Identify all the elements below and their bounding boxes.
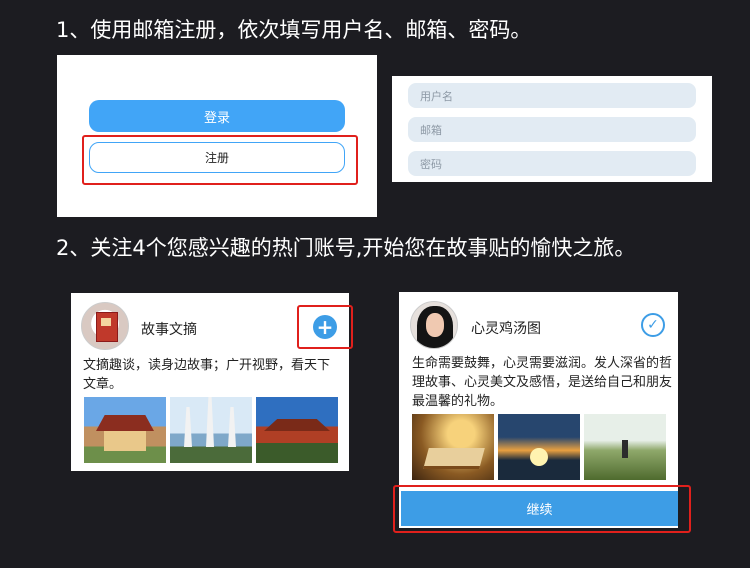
account-description: 生命需要鼓舞，心灵需要滋润。发人深省的哲理故事、心灵美文及感悟，是送给自己和朋友… bbox=[412, 356, 673, 409]
avatar bbox=[81, 302, 129, 350]
avatar bbox=[410, 301, 458, 349]
thumbnail-image bbox=[412, 414, 494, 480]
email-field[interactable]: 邮箱 bbox=[408, 117, 696, 142]
check-icon[interactable]: ✓ bbox=[641, 313, 665, 337]
register-button[interactable]: 注册 bbox=[89, 142, 345, 173]
step-1-instruction: 1、使用邮箱注册，依次填写用户名、邮箱、密码。 bbox=[56, 18, 532, 42]
login-button[interactable]: 登录 bbox=[89, 100, 345, 132]
thumbnail-image bbox=[84, 397, 166, 463]
account-card-story-digest: 故事文摘 + 文摘趣谈，读身边故事；广开视野，看天下文章。 bbox=[71, 293, 353, 471]
account-name: 心灵鸡汤图 bbox=[471, 321, 541, 337]
username-field[interactable]: 用户名 bbox=[408, 83, 696, 108]
plus-icon[interactable]: + bbox=[313, 315, 337, 339]
step-2-instruction: 2、关注4个您感兴趣的热门账号,开始您在故事贴的愉快之旅。 bbox=[56, 236, 636, 260]
account-description: 文摘趣谈，读身边故事；广开视野，看天下文章。 bbox=[83, 358, 331, 392]
account-name: 故事文摘 bbox=[141, 322, 197, 338]
register-form: 用户名 邮箱 密码 bbox=[392, 76, 712, 182]
thumbnail-image bbox=[170, 397, 252, 463]
login-panel: 登录 注册 bbox=[57, 55, 377, 217]
thumbnail-image bbox=[256, 397, 338, 463]
thumbnail-image bbox=[498, 414, 580, 480]
password-field[interactable]: 密码 bbox=[408, 151, 696, 176]
thumbnail-image bbox=[584, 414, 666, 480]
continue-button[interactable]: 继续 bbox=[401, 491, 678, 526]
